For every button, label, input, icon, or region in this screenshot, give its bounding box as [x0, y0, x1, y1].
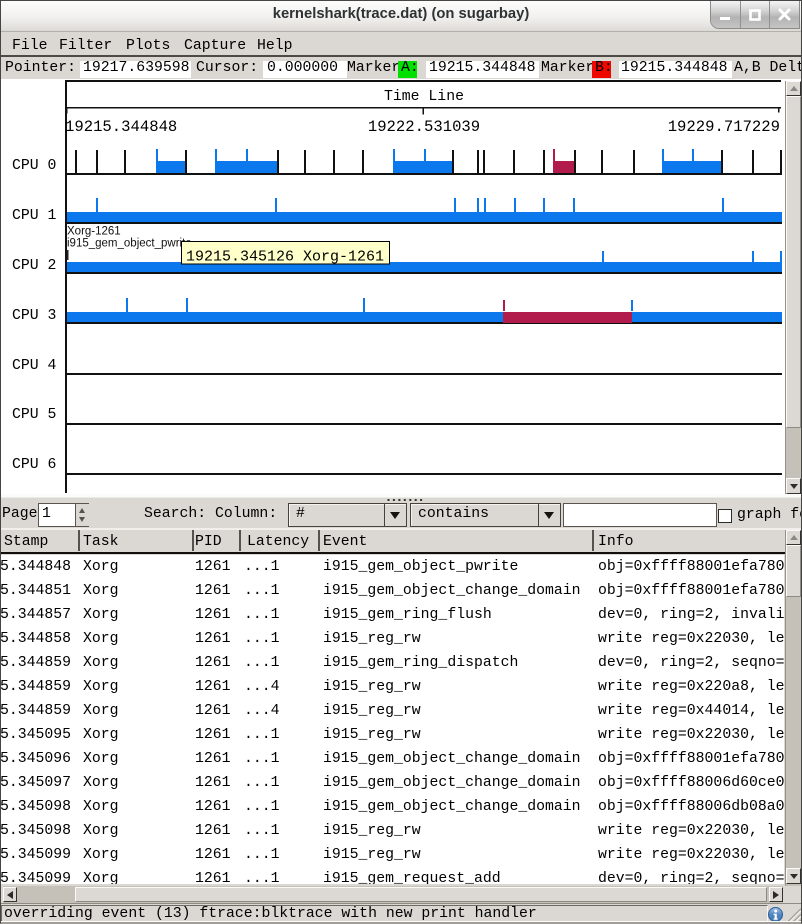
svg-text:19222.531039: 19222.531039: [368, 118, 480, 136]
svg-text:Xorg-1261: Xorg-1261: [67, 226, 121, 238]
svg-text:CPU 4: CPU 4: [12, 358, 57, 374]
svg-text:CPU 3: CPU 3: [12, 308, 56, 324]
svg-text:Time Line: Time Line: [384, 89, 464, 105]
svg-text:19215.344848: 19215.344848: [65, 118, 177, 136]
svg-text:CPU 2: CPU 2: [12, 258, 56, 274]
svg-text:CPU 0: CPU 0: [12, 158, 56, 174]
svg-text:CPU 6: CPU 6: [12, 457, 56, 473]
svg-text:i915_gem_object_pwrite: i915_gem_object_pwrite: [67, 238, 192, 250]
svg-text:CPU 5: CPU 5: [12, 407, 56, 423]
svg-text:CPU 1: CPU 1: [12, 208, 57, 224]
svg-text:19229.717229: 19229.717229: [668, 118, 780, 136]
svg-text:19215.345126 Xorg-1261: 19215.345126 Xorg-1261: [186, 249, 384, 266]
